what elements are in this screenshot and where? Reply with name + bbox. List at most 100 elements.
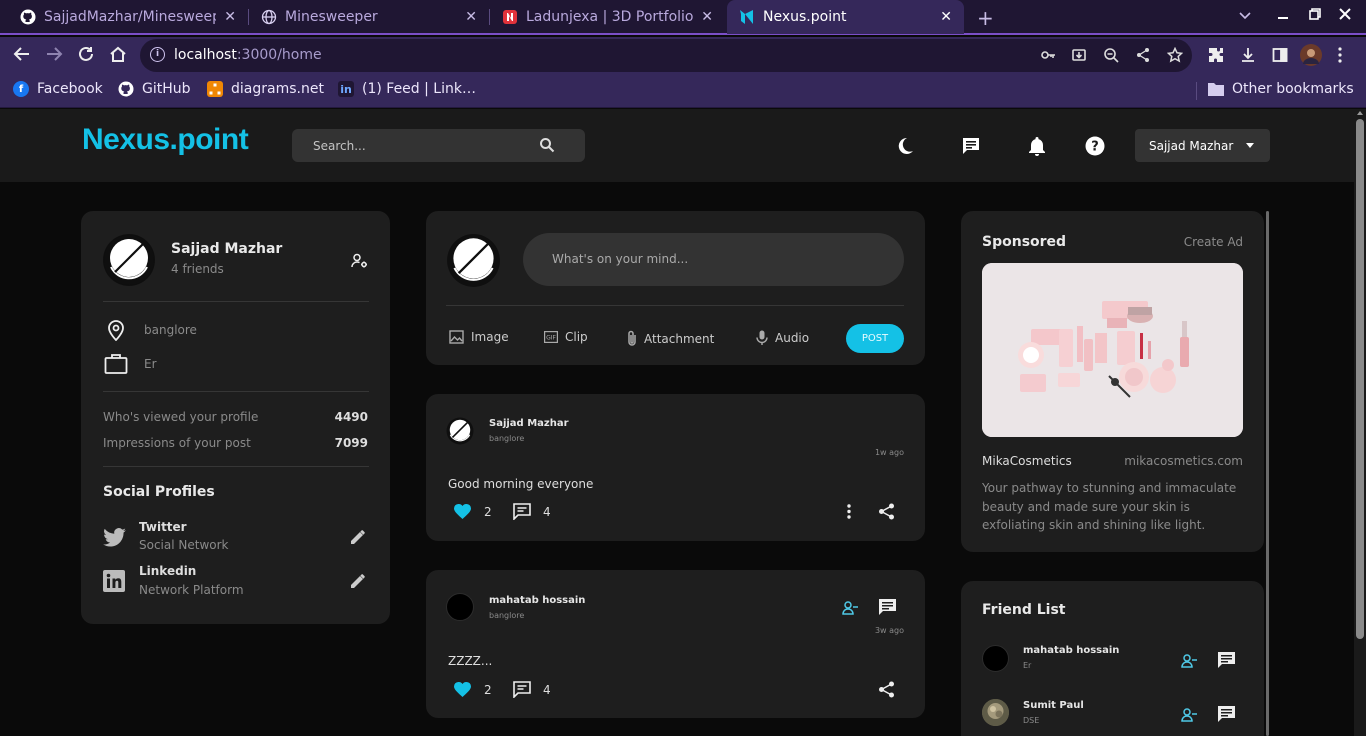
remove-friend-icon[interactable] [1181,707,1198,726]
profile-views-label: Who's viewed your profile [103,410,259,424]
home-icon[interactable] [109,45,127,68]
bookmark-linkedin[interactable]: in (1) Feed | Link… [338,81,476,97]
notification-bell-icon[interactable] [1027,136,1047,156]
more-options-icon[interactable] [847,504,851,523]
scrollbar-thumb[interactable] [1356,119,1364,639]
zoom-out-icon[interactable] [1103,47,1119,67]
post-author[interactable]: Sajjad Mazhar [489,418,569,429]
ad-brand[interactable]: MikaCosmetics [982,454,1072,468]
post-author[interactable]: mahatab hossain [489,595,585,606]
tab-nexus-point[interactable]: Nexus.point ✕ [727,0,964,34]
avatar[interactable] [446,593,474,621]
page-content: Sajjad Mazhar 4 friends banglore Er Who'… [0,182,1366,736]
site-info-icon[interactable]: i [150,47,165,62]
github-icon [20,9,36,25]
menu-kebab-icon[interactable] [1337,47,1343,67]
social-twitter-type: Social Network [139,538,229,552]
remove-friend-icon[interactable] [842,600,859,619]
like-heart-icon[interactable] [454,681,471,701]
linkedin-icon: in [338,81,354,97]
tab-github[interactable]: SajjadMazhar/Minesweep ✕ [8,0,248,34]
social-profiles-title: Social Profiles [103,484,215,500]
comment-icon[interactable] [513,503,531,524]
tab-title: SajjadMazhar/Minesweep [44,9,217,25]
bookmark-label: Facebook [37,81,103,97]
avatar[interactable] [982,645,1009,672]
post-input[interactable]: What's on your mind... [523,233,904,286]
bookmark-label: diagrams.net [231,81,324,97]
remove-friend-icon[interactable] [1181,653,1198,672]
browser-window: SajjadMazhar/Minesweep ✕ Minesweeper ✕ L… [0,0,1366,736]
scroll-up-icon[interactable] [1357,111,1363,115]
close-icon[interactable]: ✕ [940,9,952,25]
download-icon[interactable] [1240,47,1256,67]
bookmark-star-icon[interactable] [1166,46,1184,67]
user-menu-select[interactable]: Sajjad Mazhar [1135,129,1270,162]
close-window-icon[interactable] [1339,8,1351,24]
like-heart-icon[interactable] [454,503,471,523]
message-icon[interactable] [1218,652,1235,672]
minimize-icon[interactable] [1277,8,1289,24]
bookmark-diagrams[interactable]: diagrams.net [207,81,324,97]
avatar[interactable] [103,234,155,286]
page-scrollbar[interactable] [1354,109,1366,736]
avatar[interactable] [446,417,474,445]
post-button[interactable]: POST [846,324,904,353]
close-icon[interactable]: ✕ [224,9,236,25]
bookmark-label: Other bookmarks [1232,81,1354,97]
ad-site[interactable]: mikacosmetics.com [1124,454,1243,468]
comment-icon[interactable] [513,681,531,702]
bookmark-facebook[interactable]: f Facebook [13,81,103,97]
share-icon[interactable] [878,681,895,702]
share-icon[interactable] [1135,47,1151,67]
tab-search-icon[interactable] [1238,9,1252,25]
address-bar[interactable]: i localhost:3000/home [140,39,1192,72]
column-scrollbar[interactable] [1266,211,1269,736]
user-name: Sajjad Mazhar [1149,138,1234,153]
restore-icon[interactable] [1309,8,1321,24]
action-label: Audio [775,331,810,345]
bookmark-label: GitHub [142,81,191,97]
add-attachment-button[interactable]: Attachment [627,330,714,347]
search-icon[interactable] [539,137,555,157]
friend-name[interactable]: Sumit Paul [1023,700,1084,711]
share-icon[interactable] [878,503,895,524]
add-clip-button[interactable]: GIF Clip [544,330,588,344]
message-icon[interactable] [961,136,981,156]
edit-icon[interactable] [351,529,366,548]
tab-minesweeper[interactable]: Minesweeper ✕ [249,0,489,34]
install-icon[interactable] [1071,47,1087,67]
forward-icon[interactable] [45,45,63,68]
new-tab-icon[interactable]: + [977,6,994,30]
message-icon[interactable] [879,599,896,619]
side-panel-icon[interactable] [1272,47,1288,67]
social-twitter-name[interactable]: Twitter [139,520,187,534]
ad-image[interactable] [982,263,1243,437]
help-icon[interactable]: ? [1085,136,1105,156]
avatar[interactable] [446,233,501,288]
add-audio-button[interactable]: Audio [756,330,809,346]
tab-portfolio[interactable]: Ladunjexa | 3D Portfolio ✕ [490,0,725,34]
social-linkedin-name[interactable]: Linkedin [139,564,196,578]
other-bookmarks[interactable]: Other bookmarks [1208,81,1354,97]
back-icon[interactable] [13,45,31,68]
friend-name[interactable]: mahatab hossain [1023,645,1119,656]
profile-name[interactable]: Sajjad Mazhar [171,241,282,257]
key-icon[interactable] [1040,47,1056,67]
reload-icon[interactable] [77,45,95,68]
avatar[interactable] [982,699,1009,726]
app-logo[interactable]: Nexus.point [82,123,249,157]
edit-icon[interactable] [351,573,366,592]
close-icon[interactable]: ✕ [465,9,477,25]
profile-avatar[interactable] [1300,44,1322,70]
bookmark-github[interactable]: GitHub [118,81,191,97]
manage-account-icon[interactable] [351,253,368,273]
nexus-logo-icon [739,9,755,25]
close-icon[interactable]: ✕ [701,9,713,25]
search-input[interactable] [292,129,532,162]
message-icon[interactable] [1218,706,1235,726]
dark-mode-icon[interactable] [895,136,915,156]
add-image-button[interactable]: Image [449,330,509,344]
create-ad-link[interactable]: Create Ad [1184,235,1243,249]
extensions-icon[interactable] [1208,47,1224,67]
